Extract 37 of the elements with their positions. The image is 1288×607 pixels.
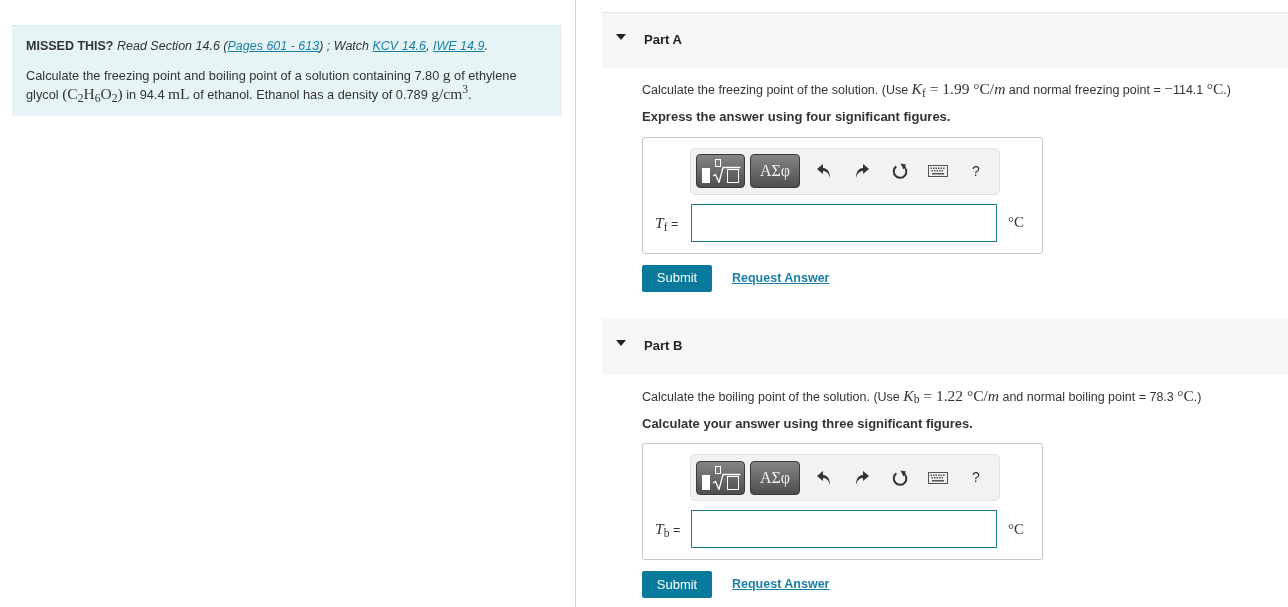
part-header-bar[interactable]: Part B: [602, 318, 1288, 375]
answer-label: T$_{b}$ =: [654, 519, 682, 541]
answer-input[interactable]: [691, 203, 997, 242]
missed-this-note: MISSED THIS? Read Section 14.6 (Pages 601 - 613) ; Watch KCV 14.6, IWE 14.9.: [26, 38, 489, 55]
reset-icon: [892, 469, 908, 486]
keyboard-icon: [928, 165, 948, 177]
reset-icon: [892, 163, 908, 179]
submit-button[interactable]: Submit: [642, 264, 712, 292]
redo-icon: [855, 164, 869, 178]
help-button[interactable]: ?: [957, 460, 995, 495]
question-prompt: Calculate the freezing point of the solution. (Use K$_{f}$ = 1.99 °C/m and normal freezing point = −114.1 °C.): [642, 79, 1232, 100]
symbols-button[interactable]: ΑΣφ: [750, 154, 800, 188]
text-link[interactable]: KCV 14.6: [372, 39, 426, 53]
root-template-icon: [700, 465, 741, 490]
templates-button[interactable]: [696, 460, 745, 495]
part-title: Part A: [644, 31, 682, 49]
root-template-icon: [700, 159, 741, 183]
undo-icon: [817, 164, 831, 178]
answer-input[interactable]: [691, 510, 997, 548]
undo-icon: [817, 470, 831, 485]
request-answer-link[interactable]: Request Answer: [732, 575, 830, 594]
help-button[interactable]: ?: [957, 154, 995, 188]
answer-label: T$_{f}$ =: [654, 212, 680, 235]
redo-icon: [855, 470, 869, 485]
instruction-text: Express the answer using four significant figures.: [642, 108, 952, 126]
unit-label: °C: [1008, 213, 1024, 233]
part-title: Part B: [644, 336, 683, 355]
problem-text: Calculate the freezing point and boiling point of a solution containing 7.80 g of ethylene glycol (C$_{2}$H$_{6}$O$_{2}$) in 94.4 mL of ethanol. Ethanol has a density of 0.789 g/cm$^{3}$.: [26, 66, 518, 104]
part-header-bar[interactable]: Part A: [602, 12, 1288, 68]
unit-label: °C: [1008, 519, 1024, 539]
question-prompt: Calculate the boiling point of the solution. (Use K$_{b}$ = 1.22 °C/m and normal boiling point = 78.3 °C.): [642, 385, 1203, 407]
templates-button[interactable]: [696, 154, 745, 188]
instruction-text: Calculate your answer using three significant figures.: [642, 414, 974, 433]
request-answer-link[interactable]: Request Answer: [732, 268, 830, 288]
keyboard-icon: [928, 471, 948, 484]
submit-button[interactable]: Submit: [642, 571, 712, 598]
symbols-button[interactable]: ΑΣφ: [750, 460, 800, 495]
